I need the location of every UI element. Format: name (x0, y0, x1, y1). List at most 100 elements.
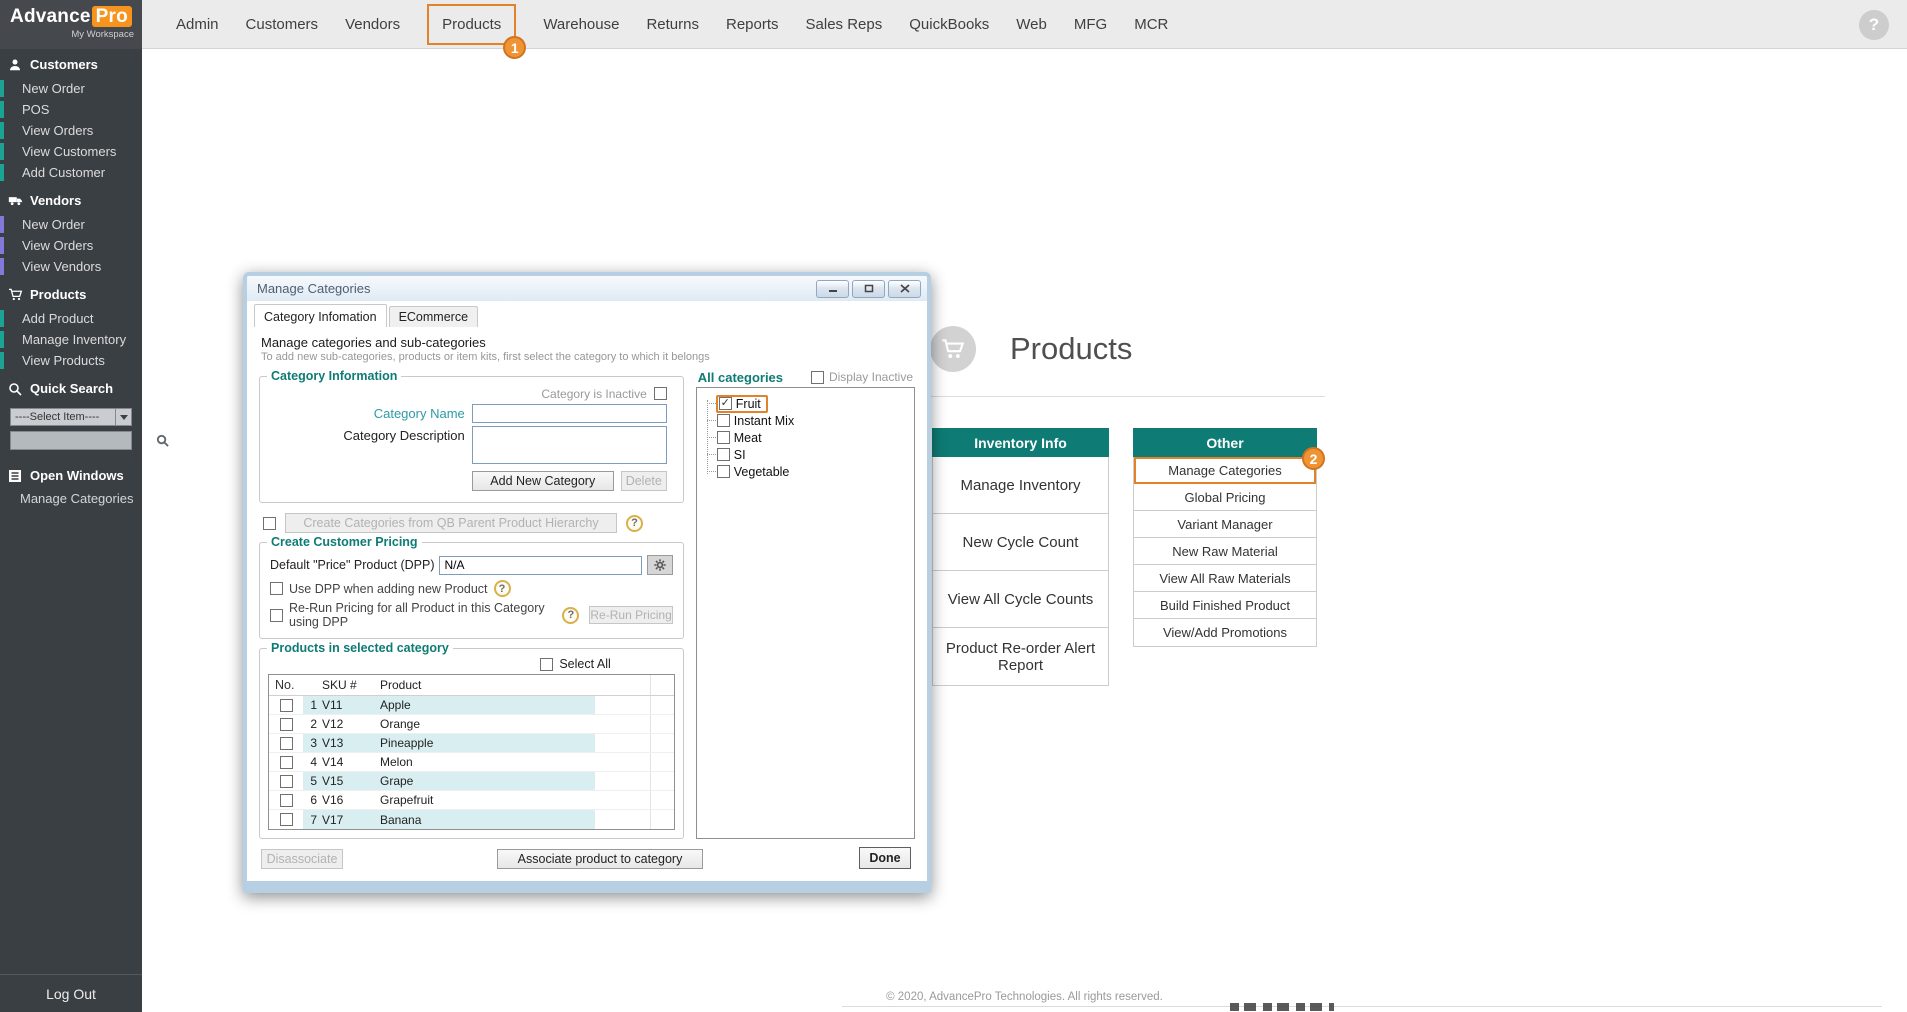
open-window-manage-categories[interactable]: Manage Categories (0, 487, 142, 506)
qb-hierarchy-button[interactable]: Create Categories from QB Parent Product… (285, 513, 617, 533)
dialog-titlebar[interactable]: Manage Categories (247, 276, 927, 301)
other-link-view-add-promotions[interactable]: View/Add Promotions (1134, 619, 1316, 646)
row-checkbox[interactable] (280, 718, 293, 731)
nav-item-mcr[interactable]: MCR (1134, 4, 1168, 45)
page-title: Products (1010, 331, 1132, 367)
clipped-text-fragment (1230, 1003, 1334, 1011)
add-new-category-button[interactable]: Add New Category (472, 471, 614, 491)
category-description-input[interactable] (472, 426, 667, 464)
nav-item-vendors[interactable]: Vendors (345, 4, 400, 45)
qb-hierarchy-checkbox[interactable] (263, 517, 276, 530)
tree-item-meat[interactable]: Meat (701, 429, 910, 446)
nav-item-reports[interactable]: Reports (726, 4, 779, 45)
row-checkbox[interactable] (280, 813, 293, 826)
title-divider (930, 396, 1325, 397)
tree-item-vegetable[interactable]: Vegetable (701, 463, 910, 480)
row-checkbox[interactable] (280, 699, 293, 712)
inventory-link-manage-inventory[interactable]: Manage Inventory (933, 457, 1108, 514)
dpp-input[interactable] (439, 556, 641, 575)
search-icon[interactable] (156, 434, 169, 447)
quick-search-input[interactable] (14, 433, 156, 448)
sidebar-item-vendors-view-orders[interactable]: View Orders (0, 237, 142, 254)
tree-item-si[interactable]: SI (701, 446, 910, 463)
other-link-new-raw-material[interactable]: New Raw Material (1134, 538, 1316, 565)
quick-search-header: Quick Search (0, 373, 142, 400)
nav-item-products[interactable]: Products1 (427, 4, 516, 45)
tree-item-fruit[interactable]: Fruit (701, 395, 910, 412)
nav-item-customers[interactable]: Customers (246, 4, 319, 45)
row-checkbox[interactable] (280, 775, 293, 788)
customer-pricing-title: Create Customer Pricing (267, 535, 422, 549)
qb-help-icon[interactable]: ? (626, 515, 643, 532)
sidebar-item-products-manage-inventory[interactable]: Manage Inventory (0, 331, 142, 348)
associate-button[interactable]: Associate product to category (497, 849, 703, 869)
inventory-link-product-re-order-alert-report[interactable]: Product Re-order Alert Report (933, 628, 1108, 685)
nav-item-sales-reps[interactable]: Sales Reps (806, 4, 883, 45)
products-table: No. SKU # Product 1V11Apple2V12Orange3V1… (268, 674, 675, 830)
category-checkbox-meat[interactable] (717, 431, 730, 444)
tab-category-information[interactable]: Category Infomation (254, 304, 387, 327)
sidebar-item-customers-view-orders[interactable]: View Orders (0, 122, 142, 139)
sidebar-item-customers-pos[interactable]: POS (0, 101, 142, 118)
other-link-view-all-raw-materials[interactable]: View All Raw Materials (1134, 565, 1316, 592)
sidebar-item-customers-new-order[interactable]: New Order (0, 80, 142, 97)
sidebar-item-vendors-new-order[interactable]: New Order (0, 216, 142, 233)
row-sku: V15 (317, 772, 375, 790)
logout-button[interactable]: Log Out (0, 974, 142, 1012)
inventory-link-view-all-cycle-counts[interactable]: View All Cycle Counts (933, 571, 1108, 628)
other-link-variant-manager[interactable]: Variant Manager (1134, 511, 1316, 538)
nav-item-quickbooks[interactable]: QuickBooks (909, 4, 989, 45)
close-button[interactable] (888, 280, 921, 298)
nav-item-warehouse[interactable]: Warehouse (543, 4, 619, 45)
nav-item-label: Vendors (345, 16, 400, 33)
sidebar-section-title: Vendors (30, 193, 81, 208)
select-all-checkbox[interactable] (540, 658, 553, 671)
category-checkbox-vegetable[interactable] (717, 465, 730, 478)
inventory-link-new-cycle-count[interactable]: New Cycle Count (933, 514, 1108, 571)
tree-item-instant-mix[interactable]: Instant Mix (701, 412, 910, 429)
category-checkbox-fruit[interactable] (719, 397, 732, 410)
nav-item-returns[interactable]: Returns (646, 4, 699, 45)
sidebar-item-customers-add-customer[interactable]: Add Customer (0, 164, 142, 181)
display-inactive-checkbox[interactable] (811, 371, 824, 384)
rerun-help-icon[interactable]: ? (562, 607, 579, 624)
rerun-pricing-checkbox[interactable] (270, 609, 283, 622)
minimize-button[interactable] (816, 280, 849, 298)
other-link-manage-categories[interactable]: Manage Categories2 (1134, 457, 1316, 484)
quick-search-select-value: ----Select Item---- (11, 409, 115, 425)
sidebar-item-vendors-view-vendors[interactable]: View Vendors (0, 258, 142, 275)
nav-item-admin[interactable]: Admin (176, 4, 219, 45)
maximize-button[interactable] (852, 280, 885, 298)
category-name-input[interactable] (472, 404, 667, 423)
other-link-global-pricing[interactable]: Global Pricing (1134, 484, 1316, 511)
tab-ecommerce[interactable]: ECommerce (389, 306, 478, 327)
delete-category-button[interactable]: Delete (621, 471, 667, 491)
row-checkbox[interactable] (280, 794, 293, 807)
row-no: 6 (303, 793, 317, 807)
category-checkbox-si[interactable] (717, 448, 730, 461)
chevron-down-icon[interactable] (115, 409, 131, 425)
row-product: Pineapple (375, 734, 595, 752)
row-checkbox[interactable] (280, 737, 293, 750)
disassociate-button[interactable]: Disassociate (261, 849, 343, 869)
done-button[interactable]: Done (859, 847, 911, 869)
nav-item-web[interactable]: Web (1016, 4, 1047, 45)
nav-item-mfg[interactable]: MFG (1074, 4, 1107, 45)
other-link-build-finished-product[interactable]: Build Finished Product (1134, 592, 1316, 619)
use-dpp-help-icon[interactable]: ? (494, 580, 511, 597)
top-bar: Admin Customers Vendors Products1 Warehouse R… (0, 0, 1907, 49)
use-dpp-checkbox[interactable] (270, 582, 283, 595)
quick-search-title: Quick Search (30, 381, 113, 396)
category-name-label: Category Name (374, 404, 465, 421)
rerun-pricing-button[interactable]: Re-Run Pricing (589, 606, 672, 624)
sidebar-item-products-add-product[interactable]: Add Product (0, 310, 142, 327)
sidebar-item-products-view-products[interactable]: View Products (0, 352, 142, 369)
category-inactive-checkbox[interactable] (654, 387, 667, 400)
quick-search-select[interactable]: ----Select Item---- (10, 408, 132, 426)
gear-icon[interactable] (647, 555, 673, 575)
quick-search-box (10, 431, 132, 450)
help-icon[interactable]: ? (1859, 10, 1889, 40)
category-checkbox-instant-mix[interactable] (717, 414, 730, 427)
sidebar-item-customers-view-customers[interactable]: View Customers (0, 143, 142, 160)
row-checkbox[interactable] (280, 756, 293, 769)
